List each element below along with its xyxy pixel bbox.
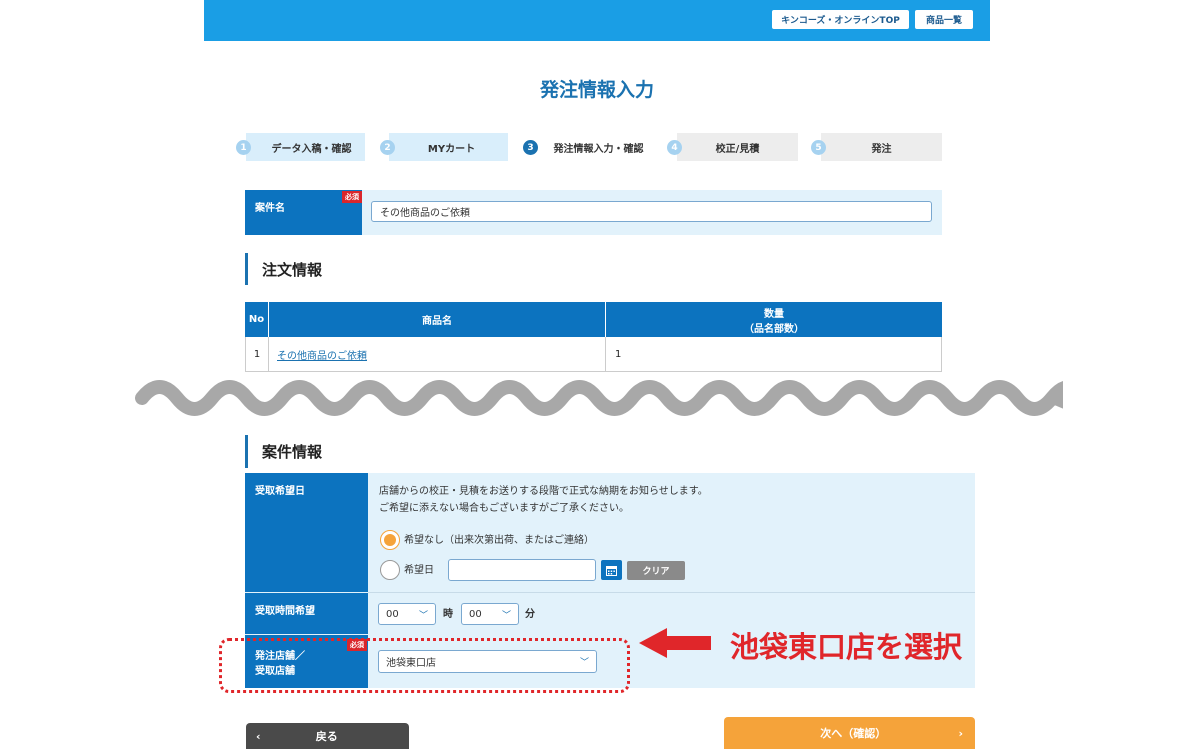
project-name-label-text: 案件名 [255,203,285,214]
step-proof-estimate: 校正/見積 [677,133,798,161]
project-name-input[interactable]: その他商品のご依頼 [371,201,932,222]
radio-no-preference[interactable] [380,530,400,550]
clear-button[interactable]: クリア [627,561,685,580]
col-header-no: No [245,302,269,337]
minute-value: 00 [469,608,482,620]
pickup-time-label-text: 受取時間希望 [255,606,315,617]
step-label: 発注情報入力・確認 [553,143,644,155]
step-data-upload: データ入稿・確認 [246,133,365,161]
back-button[interactable]: ‹ 戻る [246,723,409,749]
required-badge: 必須 [342,191,362,203]
col-header-quantity-line2: （品名部数） [744,323,804,335]
col-header-quantity-line1: 数量 [764,308,784,320]
pickup-time-label: 受取時間希望 [245,593,368,634]
hour-select[interactable]: 00 ﹀ [378,603,436,625]
radio-preferred-date-label: 希望日 [404,565,434,576]
chevron-down-icon: ﹀ [418,610,428,621]
pickup-note-line1: 店舗からの校正・見積をお送りする段階で正式な納期をお知らせします。 [379,486,708,497]
step-number-1: 1 [236,140,251,155]
chevron-left-icon: ‹ [256,729,261,743]
case-info-heading: 案件情報 [245,435,322,468]
wavy-divider [135,380,1063,416]
row-divider [368,592,975,593]
step-label: データ入稿・確認 [271,143,352,155]
step-label: 発注 [871,143,892,155]
step-my-cart: MYカート [389,133,508,161]
next-button[interactable]: 次へ（確認） › [724,717,975,749]
step-number-2: 2 [380,140,395,155]
minute-unit: 分 [525,609,535,620]
arrow-left-icon [639,628,711,658]
product-link[interactable]: その他商品のご依頼 [277,347,367,362]
col-header-product: 商品名 [269,302,606,337]
minute-select[interactable]: 00 ﹀ [461,603,519,625]
pickup-note: 店舗からの校正・見積をお送りする段階で正式な納期をお知らせします。 ご希望に添え… [379,483,708,517]
step-order: 発注 [821,133,942,161]
chevron-down-icon: ﹀ [501,610,511,621]
online-top-link[interactable]: キンコーズ・オンラインTOP [772,10,909,29]
calendar-button[interactable] [601,560,622,580]
radio-selected-dot [384,534,396,546]
calendar-icon [606,565,617,576]
pickup-date-label-text: 受取希望日 [255,486,305,497]
highlight-dotted-box [219,638,630,693]
product-list-link[interactable]: 商品一覧 [915,10,973,29]
col-header-quantity: 数量 （品名部数） [606,302,942,337]
step-order-info: 発注情報入力・確認 [533,133,652,161]
preferred-date-input[interactable] [448,559,596,581]
chevron-right-icon: › [958,726,963,740]
step-number-4: 4 [667,140,682,155]
annotation-text: 池袋東口店を選択 [730,630,963,664]
table-cell-product: その他商品のご依頼 [269,337,606,372]
page-title: 発注情報入力 [539,79,654,101]
step-number-5: 5 [811,140,826,155]
hour-value: 00 [386,608,399,620]
hour-unit: 時 [443,609,453,620]
radio-no-preference-label: 希望なし（出来次第出荷、またはご連絡） [404,535,594,546]
step-number-3: 3 [523,140,538,155]
table-cell-no: 1 [245,337,269,372]
step-label: MYカート [427,143,476,155]
table-cell-quantity: 1 [606,337,942,372]
pickup-date-label: 受取希望日 [245,473,368,592]
order-info-heading: 注文情報 [245,253,322,285]
next-button-label: 次へ（確認） [820,727,887,740]
back-button-label: 戻る [315,730,338,743]
radio-preferred-date[interactable] [380,560,400,580]
step-label: 校正/見積 [715,143,760,155]
pickup-note-line2: ご希望に添えない場合もございますがご了承ください。 [379,503,629,514]
